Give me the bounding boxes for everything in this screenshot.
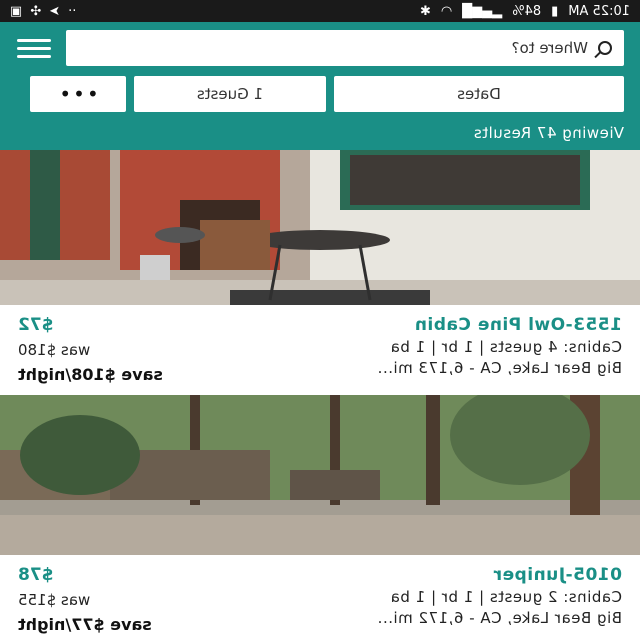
results-count: Viewing 47 Results [473, 124, 624, 142]
listing-photo[interactable] [0, 150, 640, 305]
fan-icon: ✣ [30, 3, 42, 19]
app-header: Where to? Dates 1 Guests ••• Viewing 47 … [0, 22, 640, 150]
listing-card[interactable]: 1553-Owl Pine Cabin Cabins: 4 guests | 1… [0, 305, 640, 395]
listing-price: $72 [18, 315, 54, 335]
status-time: 10:25 AM [568, 3, 630, 19]
listing-details: Cabins: 4 guests | 1 br | 1 ba [390, 338, 622, 356]
listing-details: Cabins: 2 guests | 1 br | 1 ba [390, 588, 622, 606]
listing-title[interactable]: 1553-Owl Pine Cabin [18, 315, 622, 335]
battery-level: 84% [512, 3, 542, 19]
battery-icon: ▮ [551, 3, 559, 19]
listing-card[interactable]: 0105-Juniper Cabins: 2 guests | 1 br | 1… [0, 555, 640, 640]
more-notifications-icon: ·· [68, 3, 77, 19]
listing-price: $78 [18, 565, 54, 585]
app-screen: 10:25 AM ▮ 84% ▂▄▆█ ◠ ✱ ·· ➤ ✣ ▣ Where t… [0, 0, 640, 640]
hamburger-menu-icon[interactable] [16, 30, 52, 66]
wifi-icon: ◠ [440, 3, 453, 19]
dates-button[interactable]: Dates [334, 76, 624, 112]
guests-button[interactable]: 1 Guests [134, 76, 326, 112]
search-input[interactable]: Where to? [66, 30, 624, 66]
listing-savings: save $108/night [18, 365, 163, 384]
more-filters-button[interactable]: ••• [30, 76, 126, 112]
send-icon: ➤ [49, 3, 61, 19]
search-icon [598, 41, 612, 55]
listing-photo[interactable] [0, 395, 640, 555]
listing-title[interactable]: 0105-Juniper [18, 565, 622, 585]
signal-icon: ▂▄▆█ [462, 3, 503, 19]
search-placeholder: Where to? [511, 39, 588, 57]
status-bar: 10:25 AM ▮ 84% ▂▄▆█ ◠ ✱ ·· ➤ ✣ ▣ [0, 0, 640, 22]
listing-savings: save $77/night [18, 615, 152, 634]
image-icon: ▣ [10, 3, 23, 19]
bluetooth-icon: ✱ [419, 3, 431, 19]
listing-was-price: was $180 [18, 341, 91, 359]
listing-was-price: was $155 [18, 591, 91, 609]
